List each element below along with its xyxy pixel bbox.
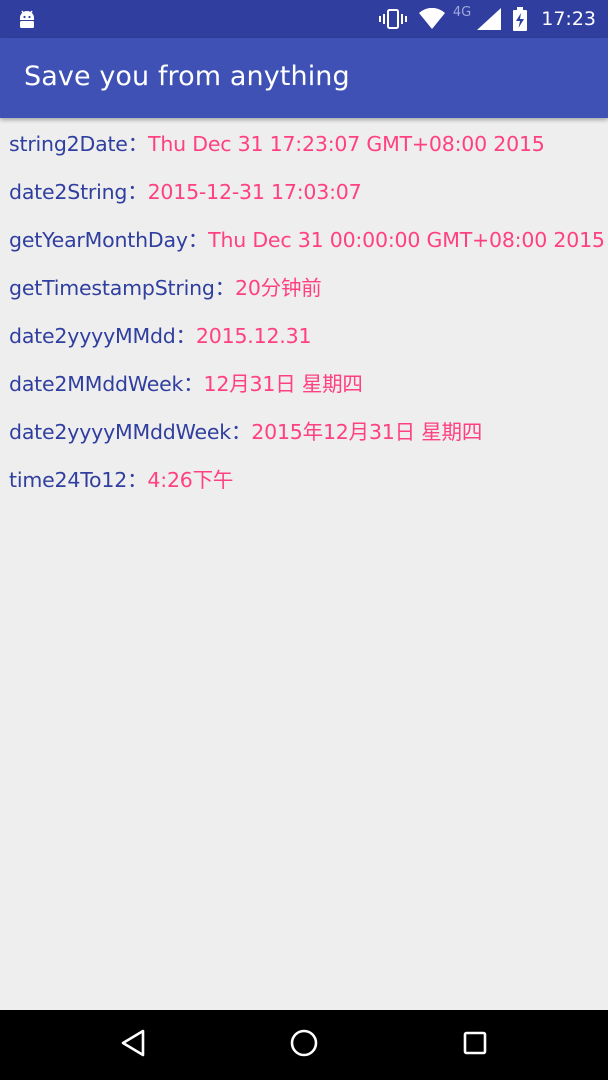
- row-separator: ：: [187, 228, 209, 252]
- back-button[interactable]: [93, 1010, 173, 1080]
- result-row-date2mmddweek: date2MMddWeek：12月31日 星期四: [9, 369, 604, 417]
- row-separator: ：: [214, 276, 236, 300]
- navigation-bar: [0, 1010, 608, 1080]
- row-separator: ：: [230, 420, 252, 444]
- status-clock: 17:23: [541, 8, 596, 30]
- row-value: Thu Dec 31 00:00:00 GMT+08:00 2015: [208, 228, 605, 252]
- row-separator: ：: [175, 324, 197, 348]
- row-value: Thu Dec 31 17:23:07 GMT+08:00 2015: [148, 132, 545, 156]
- row-value: 2015年12月31日 星期四: [251, 420, 483, 444]
- row-key: date2yyyyMMdd: [9, 324, 176, 348]
- row-separator: ：: [127, 468, 148, 492]
- row-value: 12月31日 星期四: [203, 372, 363, 396]
- result-list: string2Date：Thu Dec 31 17:23:07 GMT+08:0…: [9, 129, 605, 513]
- result-row-date2yyyymmddweek: date2yyyyMMddWeek：2015年12月31日 星期四: [9, 417, 604, 465]
- wifi-icon: [418, 8, 445, 30]
- result-row-time24to12: time24To12：4:26下午: [9, 465, 604, 513]
- row-value: 2015-12-31 17:03:07: [147, 180, 362, 204]
- result-row-date2yyyymmdd: date2yyyyMMdd：2015.12.31: [9, 321, 604, 369]
- home-button[interactable]: [264, 1010, 344, 1080]
- row-separator: ：: [183, 372, 204, 396]
- cell-signal-icon: [477, 8, 502, 30]
- row-key: date2String: [9, 180, 128, 204]
- vibrate-icon: [378, 8, 407, 30]
- network-type-label: 4G: [452, 4, 472, 20]
- row-key: time24To12: [9, 468, 128, 492]
- recents-icon: [462, 1030, 488, 1061]
- row-key: string2Date: [9, 132, 128, 156]
- row-value: 20分钟前: [235, 276, 322, 300]
- result-row-gettimestampstring: getTimestampString：20分钟前: [9, 273, 604, 321]
- row-key: date2MMddWeek: [9, 372, 184, 396]
- result-row-getyearmonthday: getYearMonthDay：Thu Dec 31 00:00:00 GMT+…: [9, 225, 605, 273]
- row-key: getYearMonthDay: [9, 228, 188, 252]
- home-icon: [289, 1028, 319, 1063]
- row-value: 2015.12.31: [195, 324, 312, 348]
- result-row-string2date: string2Date：Thu Dec 31 17:23:07 GMT+08:0…: [9, 129, 604, 177]
- android-debug-icon: [16, 7, 38, 36]
- row-value: 4:26下午: [147, 468, 234, 492]
- row-separator: ：: [127, 132, 149, 156]
- row-separator: ：: [127, 180, 148, 204]
- app-title: Save you from anything: [24, 61, 350, 92]
- result-row-date2string: date2String：2015-12-31 17:03:07: [9, 177, 604, 225]
- row-key: getTimestampString: [9, 276, 215, 300]
- recents-button[interactable]: [435, 1010, 515, 1080]
- back-icon: [119, 1028, 147, 1063]
- battery-charging-icon: [513, 7, 528, 31]
- status-bar: 4G 17:23: [0, 0, 608, 38]
- row-key: date2yyyyMMddWeek: [9, 420, 231, 444]
- app-bar: Save you from anything: [0, 38, 608, 118]
